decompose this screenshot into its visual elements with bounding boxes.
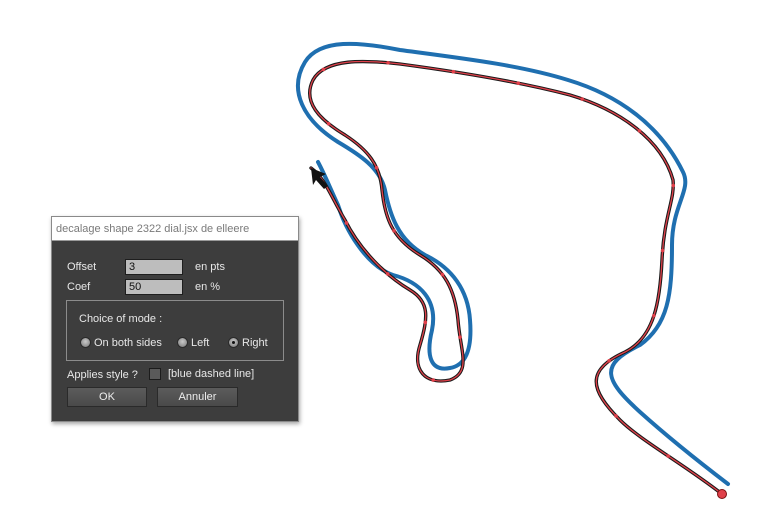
anchor-point[interactable] xyxy=(386,60,390,65)
radio-left[interactable] xyxy=(177,337,188,348)
anchor-point[interactable] xyxy=(451,69,456,74)
ok-button[interactable]: OK xyxy=(67,387,147,407)
anchor-point[interactable] xyxy=(440,272,445,277)
radio-right-label[interactable]: Right xyxy=(242,336,268,350)
anchor-point[interactable] xyxy=(516,81,521,86)
offset-input[interactable] xyxy=(125,259,183,275)
radio-left-label[interactable]: Left xyxy=(191,336,209,350)
anchor-point[interactable] xyxy=(652,313,656,318)
mode-group: Choice of mode : On both sides Left Righ… xyxy=(66,300,284,361)
dialog-title[interactable]: decalage shape 2322 dial.jsx de elleere xyxy=(52,217,298,241)
anchor-point[interactable] xyxy=(385,272,390,276)
anchor-point[interactable] xyxy=(671,183,676,188)
mode-group-title: Choice of mode : xyxy=(79,313,163,325)
radio-both-sides-label[interactable]: On both sides xyxy=(94,336,162,350)
applies-style-label: Applies style ? xyxy=(67,369,138,381)
anchor-point[interactable] xyxy=(666,454,670,458)
anchor-point[interactable] xyxy=(607,359,611,363)
offset-label: Offset xyxy=(67,261,97,273)
anchor-point[interactable] xyxy=(423,320,428,325)
applies-style-option[interactable]: [blue dashed line] xyxy=(168,367,254,381)
anchor-point[interactable] xyxy=(321,67,326,72)
radio-both-sides[interactable] xyxy=(80,337,91,348)
anchor-point[interactable] xyxy=(580,97,584,101)
end-anchor-point[interactable] xyxy=(717,489,727,499)
anchor-point[interactable] xyxy=(374,165,379,170)
coef-label: Coef xyxy=(67,281,91,293)
anchor-point[interactable] xyxy=(344,221,349,225)
offset-blue-path[interactable] xyxy=(295,41,730,486)
anchor-point[interactable] xyxy=(431,378,435,382)
anchor-point[interactable] xyxy=(637,129,642,133)
coef-unit: en % xyxy=(195,281,221,293)
anchor-point[interactable] xyxy=(326,121,331,126)
radio-right[interactable] xyxy=(228,337,239,348)
offset-dialog: decalage shape 2322 dial.jsx de elleere … xyxy=(51,216,299,422)
applies-style-checkbox[interactable] xyxy=(149,368,161,380)
coef-input[interactable] xyxy=(125,279,183,295)
anchor-point[interactable] xyxy=(392,228,396,233)
anchor-point[interactable] xyxy=(458,335,462,339)
offset-unit: en pts xyxy=(195,261,225,273)
cancel-button[interactable]: Annuler xyxy=(157,387,238,407)
anchor-point[interactable] xyxy=(660,248,665,253)
anchor-point[interactable] xyxy=(614,414,618,418)
